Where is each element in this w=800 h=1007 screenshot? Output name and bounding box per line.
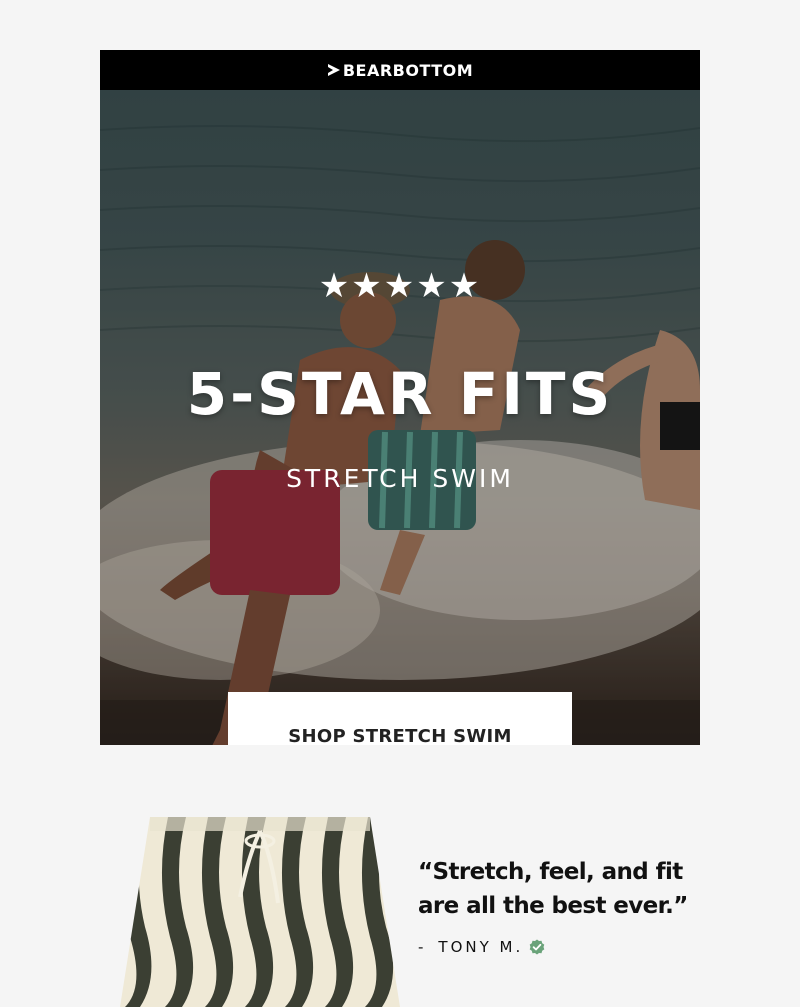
reviewer-dash: -: [418, 938, 427, 956]
brand-header: BEARBOTTOM: [100, 50, 700, 90]
bear-logo-icon: [327, 64, 340, 76]
swim-shorts-product-image[interactable]: [120, 817, 400, 1007]
review-section: “Stretch, feel, and fit are all the best…: [100, 745, 700, 1007]
hero-subtitle: STRETCH SWIM: [286, 464, 514, 493]
reviewer-name: TONY M.: [438, 938, 524, 956]
email-container: BEARBOTTOM ★★★★★ 5-STAR FITS STRETCH SWI…: [100, 50, 700, 795]
brand-name: BEARBOTTOM: [342, 60, 474, 80]
verified-check-icon: [529, 939, 545, 955]
hero-banner[interactable]: ★★★★★ 5-STAR FITS STRETCH SWIM SHOP STRE…: [100, 90, 700, 795]
rating-stars: ★★★★★: [318, 266, 482, 306]
hero-title: 5-STAR FITS: [186, 360, 614, 428]
review-quote: “Stretch, feel, and fit are all the best…: [418, 859, 688, 919]
hero-dim-overlay: [100, 90, 700, 795]
reviewer-line: - TONY M.: [418, 938, 545, 956]
brand-logo[interactable]: BEARBOTTOM: [327, 61, 473, 80]
